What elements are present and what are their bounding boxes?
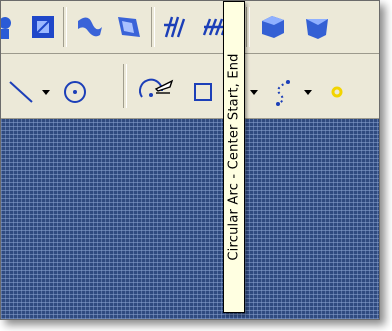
solid-cube-icon[interactable] (253, 7, 293, 47)
spline-dropdown-icon[interactable] (303, 72, 313, 112)
line-dropdown-icon[interactable] (41, 72, 51, 112)
rectangle-icon[interactable] (187, 72, 217, 112)
point-icon[interactable] (1, 7, 25, 47)
hatch-pattern-icon[interactable] (157, 7, 197, 47)
tooltip: Circular Arc - Center Start, End (223, 1, 245, 313)
line-icon[interactable] (1, 72, 41, 112)
toolbar-separator (246, 7, 250, 47)
curve-loft-icon[interactable] (69, 7, 109, 47)
circle-center-icon[interactable] (55, 72, 95, 112)
toolbar-sketch (1, 54, 379, 162)
point-dot-icon[interactable] (317, 72, 357, 112)
drawing-canvas[interactable] (1, 119, 379, 319)
toolbar-separator (151, 7, 155, 47)
circular-arc-center-icon[interactable] (136, 72, 176, 112)
solid-box-icon[interactable] (297, 7, 337, 47)
toolbar-separator (123, 64, 127, 108)
toolbar-top (1, 1, 379, 54)
spline-icon[interactable] (263, 72, 303, 112)
tooltip-text: Circular Arc - Center Start, End (226, 53, 242, 261)
rectangle-face-icon[interactable] (23, 7, 63, 47)
surface-icon[interactable] (109, 7, 149, 47)
rectangle-dropdown-icon[interactable] (249, 72, 259, 112)
toolbar-separator (63, 7, 67, 47)
application-window: Circular Arc - Center Start, End (0, 0, 380, 320)
